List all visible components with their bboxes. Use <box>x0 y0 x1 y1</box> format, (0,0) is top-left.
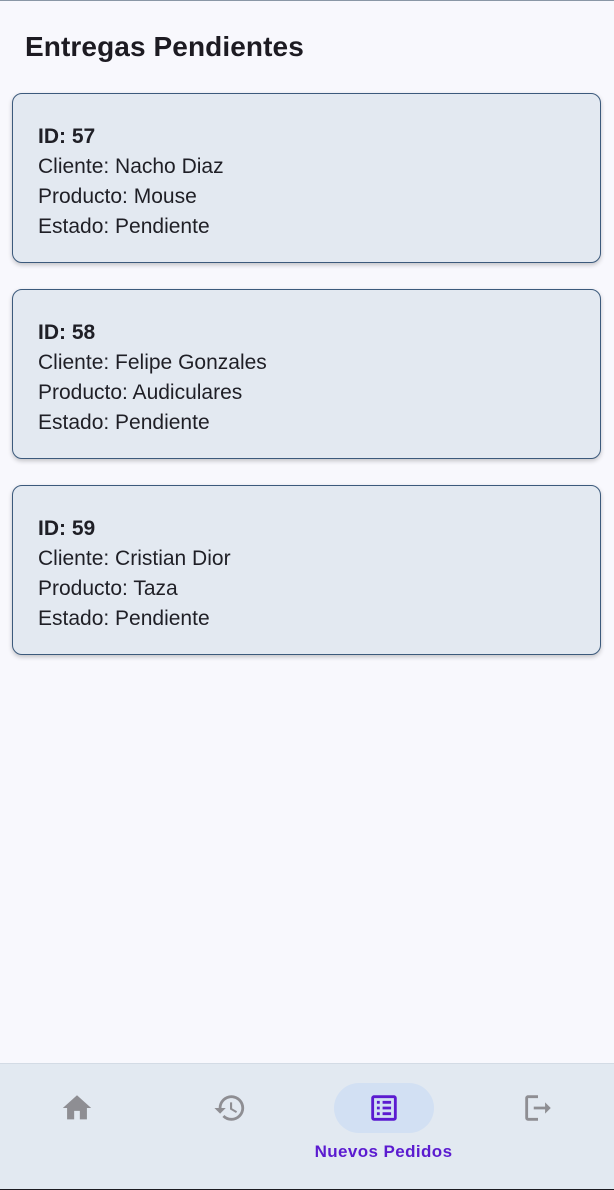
page-title: Entregas Pendientes <box>25 31 304 62</box>
order-client: Cliente: Nacho Diaz <box>38 155 224 178</box>
home-icon <box>60 1091 94 1125</box>
order-client: Cliente: Felipe Gonzales <box>38 351 267 374</box>
order-status: Estado: Pendiente <box>38 607 210 630</box>
nav-pill <box>488 1083 588 1133</box>
nav-label-nuevos-pedidos: Nuevos Pedidos <box>314 1142 453 1161</box>
order-id: ID: 58 <box>38 321 96 344</box>
order-card[interactable]: ID: 57 Cliente: Nacho Diaz Producto: Mou… <box>12 93 601 263</box>
nav-item-nuevos-pedidos[interactable]: Nuevos Pedidos <box>307 1064 460 1190</box>
history-icon <box>213 1091 247 1125</box>
screen: Entregas Pendientes ID: 57 Cliente: Nach… <box>0 0 614 1190</box>
nav-item-home[interactable] <box>0 1064 153 1190</box>
logout-icon <box>521 1091 555 1125</box>
nav-pill <box>27 1083 127 1133</box>
order-product: Producto: Taza <box>38 577 178 600</box>
order-status: Estado: Pendiente <box>38 411 210 434</box>
order-id: ID: 57 <box>38 125 96 148</box>
order-id: ID: 59 <box>38 517 96 540</box>
order-status: Estado: Pendiente <box>38 215 210 238</box>
orders-list: ID: 57 Cliente: Nacho Diaz Producto: Mou… <box>12 93 601 681</box>
order-product: Producto: Mouse <box>38 185 197 208</box>
nav-item-logout[interactable] <box>461 1064 614 1190</box>
nav-pill-active <box>333 1083 434 1133</box>
order-card[interactable]: ID: 58 Cliente: Felipe Gonzales Producto… <box>12 289 601 459</box>
order-card[interactable]: ID: 59 Cliente: Cristian Dior Producto: … <box>12 485 601 655</box>
order-product: Producto: Audiculares <box>38 381 243 404</box>
order-client: Cliente: Cristian Dior <box>38 547 231 570</box>
nav-pill <box>180 1083 280 1133</box>
nav-item-history[interactable] <box>153 1064 306 1190</box>
list-icon <box>367 1091 401 1125</box>
bottom-navigation: Nuevos Pedidos <box>0 1063 614 1189</box>
